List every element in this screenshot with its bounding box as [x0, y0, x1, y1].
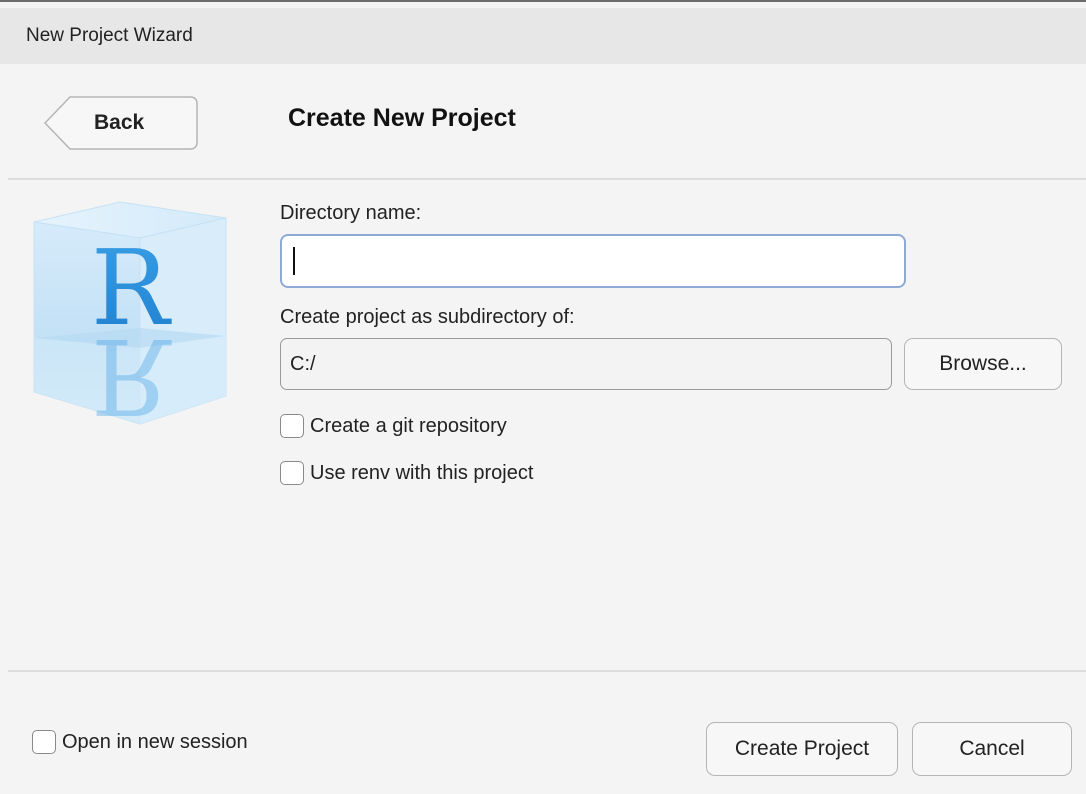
git-repository-label: Create a git repository [310, 414, 507, 437]
browse-button[interactable]: Browse... [904, 338, 1062, 390]
window-title: New Project Wizard [26, 25, 193, 46]
renv-label: Use renv with this project [310, 461, 534, 484]
back-button-label: Back [94, 111, 145, 134]
directory-name-input[interactable] [280, 234, 906, 288]
new-project-wizard-window: New Project Wizard Back Create New Proje… [0, 0, 1086, 794]
back-button[interactable]: Back [44, 96, 198, 150]
new-session-checkbox[interactable] [32, 730, 56, 754]
parent-directory-field[interactable]: C:/ [280, 338, 892, 390]
cancel-button[interactable]: Cancel [912, 722, 1072, 776]
wizard-header: Back Create New Project [0, 64, 1086, 178]
window-top-edge [0, 0, 1086, 8]
header-divider [8, 178, 1086, 180]
directory-name-label: Directory name: [280, 202, 422, 224]
create-project-button[interactable]: Create Project [706, 722, 898, 776]
text-caret [293, 247, 295, 275]
new-session-label: Open in new session [62, 730, 248, 753]
svg-text:R: R [91, 315, 172, 426]
renv-checkbox[interactable] [280, 461, 304, 485]
title-bar: New Project Wizard [0, 8, 1086, 64]
footer-divider [8, 670, 1086, 672]
renv-option[interactable]: Use renv with this project [280, 458, 533, 488]
r-logo-icon: R R [28, 196, 232, 437]
new-session-option[interactable]: Open in new session [32, 727, 248, 757]
subdirectory-label: Create project as subdirectory of: [280, 306, 575, 328]
git-repository-checkbox[interactable] [280, 414, 304, 438]
git-repository-option[interactable]: Create a git repository [280, 411, 507, 441]
page-title: Create New Project [288, 104, 516, 132]
parent-directory-value: C:/ [290, 353, 316, 375]
